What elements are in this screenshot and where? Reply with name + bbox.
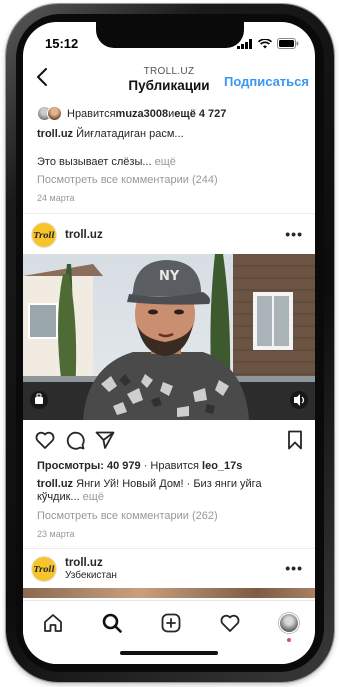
likes-more-link[interactable]: ещё 4 727: [174, 108, 226, 120]
post-video[interactable]: NY: [23, 254, 315, 420]
tab-home[interactable]: [41, 611, 65, 635]
caption-text: Йиғлатадиган расм...: [73, 128, 184, 140]
tab-profile[interactable]: [277, 611, 301, 642]
send-icon: [95, 431, 115, 449]
post-date: 23 марта: [37, 529, 75, 539]
previous-caption-translation: Это вызывает слёзы... ещё: [37, 156, 176, 168]
views-count[interactable]: 40 979: [107, 460, 141, 472]
tab-new-post[interactable]: [159, 611, 183, 635]
status-time: 15:12: [45, 36, 79, 51]
more-link[interactable]: ещё: [80, 491, 104, 503]
post-username[interactable]: troll.uz: [65, 229, 103, 241]
next-post-header: Troll troll.uz Узбекистан •••: [23, 552, 315, 588]
comment-button[interactable]: [63, 428, 87, 452]
likes-row: Нравится muza3008 и ещё 4 727: [37, 106, 226, 122]
post-actions: [23, 426, 315, 454]
status-icons: [237, 38, 299, 49]
home-indicator: [120, 651, 218, 655]
caption-username[interactable]: troll.uz: [37, 128, 73, 140]
view-comments-link[interactable]: Посмотреть все комментарии (244): [37, 174, 218, 186]
account-avatar[interactable]: Troll: [31, 556, 57, 582]
logo-text: Troll: [33, 564, 55, 574]
post-location[interactable]: Узбекистан: [65, 570, 117, 581]
wifi-icon: [258, 38, 272, 48]
profile-avatar: [279, 613, 299, 633]
account-avatar[interactable]: Troll: [31, 222, 57, 248]
share-button[interactable]: [93, 428, 117, 452]
search-icon: [102, 613, 122, 633]
more-options-button[interactable]: •••: [285, 226, 303, 242]
post-date: 24 марта: [37, 193, 75, 203]
save-button[interactable]: [283, 428, 307, 452]
divider: [23, 548, 315, 549]
notification-dot: [287, 638, 291, 642]
more-options-button[interactable]: •••: [285, 560, 303, 576]
phone-screen: 15:12 TROLL.UZ Публикации Подписаться Нр…: [23, 22, 315, 664]
liked-by-user[interactable]: leo_17s: [202, 460, 242, 472]
caption-username[interactable]: troll.uz: [37, 478, 73, 490]
liker-avatars: [37, 106, 63, 122]
logo-text: Troll: [33, 230, 55, 240]
avatar: [47, 106, 62, 121]
more-link[interactable]: ещё: [152, 156, 176, 168]
post-header: Troll troll.uz •••: [23, 218, 315, 254]
views-row: Просмотры: 40 979 · Нравится leo_17s: [37, 460, 242, 472]
tab-bar: [23, 600, 315, 664]
post-username[interactable]: troll.uz: [65, 557, 103, 569]
likes-user-link[interactable]: muza3008: [116, 108, 169, 120]
phone-notch: [96, 22, 244, 48]
battery-icon: [277, 38, 299, 49]
view-comments-link[interactable]: Посмотреть все комментарии (262): [37, 510, 218, 522]
add-post-icon: [161, 613, 181, 633]
comment-icon: [66, 431, 85, 450]
home-icon: [44, 614, 62, 632]
views-label: Просмотры:: [37, 460, 107, 472]
header: TROLL.UZ Публикации Подписаться: [23, 58, 315, 100]
tab-search[interactable]: [100, 611, 124, 635]
caption-text: Это вызывает слёзы...: [37, 156, 152, 168]
post-caption: troll.uz Янги Уй! Новый Дом! · Биз янги …: [37, 478, 301, 504]
likes-prefix: Нравится: [67, 108, 116, 120]
like-button[interactable]: [33, 428, 57, 452]
previous-caption: troll.uz Йиғлатадиган расм...: [37, 128, 184, 140]
subscribe-button[interactable]: Подписаться: [224, 74, 309, 89]
cap-logo-text: NY: [159, 269, 180, 284]
video-frame: NY: [23, 254, 315, 420]
next-post-media[interactable]: [23, 588, 315, 598]
heart-icon: [35, 431, 55, 449]
views-separator: · Нравится: [140, 460, 203, 472]
heart-icon: [220, 614, 240, 632]
bookmark-icon: [288, 430, 302, 450]
tab-activity[interactable]: [218, 611, 242, 635]
divider: [23, 213, 315, 214]
